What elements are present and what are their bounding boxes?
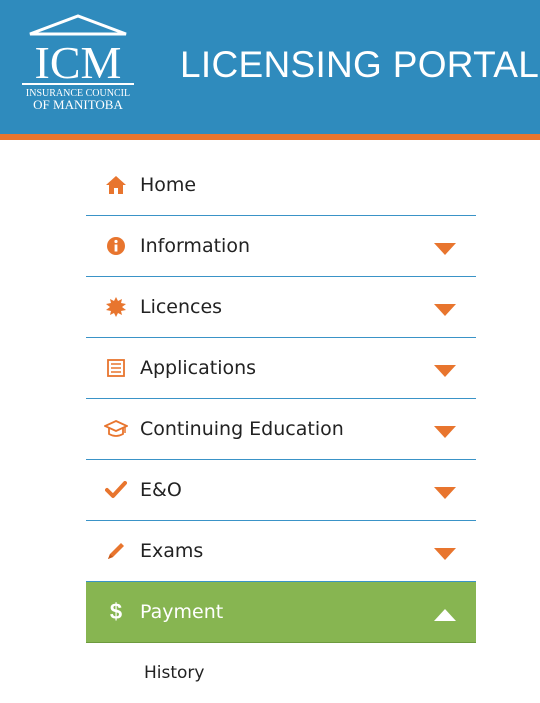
- chevron-down-icon: [434, 365, 456, 377]
- nav-item-label: Applications: [140, 357, 257, 379]
- seal-icon: [104, 295, 128, 319]
- chevron-down-icon: [434, 426, 456, 438]
- nav-item-payment[interactable]: $ Payment: [86, 582, 476, 643]
- nav-item-exams[interactable]: Exams: [86, 521, 476, 582]
- nav-item-label: E&O: [140, 479, 182, 501]
- nav-item-applications[interactable]: Applications: [86, 338, 476, 399]
- chevron-down-icon: [434, 243, 456, 255]
- logo-main-text: ICM: [35, 37, 122, 88]
- pencil-icon: [104, 539, 128, 563]
- nav-item-label: Payment: [140, 601, 224, 623]
- chevron-down-icon: [434, 548, 456, 560]
- nav-item-label: Licences: [140, 296, 223, 318]
- graduation-cap-icon: [104, 417, 128, 441]
- info-icon: [104, 234, 128, 258]
- nav-item-continuing-education[interactable]: Continuing Education: [86, 399, 476, 460]
- nav-item-licences[interactable]: Licences: [86, 277, 476, 338]
- portal-title: LICENSING PORTAL: [180, 44, 540, 85]
- sidebar-nav: Home Information Licences Applications C…: [86, 155, 476, 703]
- nav-item-information[interactable]: Information: [86, 216, 476, 277]
- home-icon: [104, 173, 128, 197]
- nav-item-label: Exams: [140, 540, 204, 562]
- nav-item-label: Information: [140, 235, 250, 257]
- sub-item-label: History: [144, 663, 205, 683]
- dollar-icon: $: [109, 599, 123, 624]
- chevron-down-icon: [434, 304, 456, 316]
- nav-item-e-and-o[interactable]: E&O: [86, 460, 476, 521]
- nav-item-label: Continuing Education: [140, 418, 344, 440]
- nav-item-home[interactable]: Home: [86, 155, 476, 216]
- icm-logo[interactable]: ICM INSURANCE COUNCIL OF MANITOBA: [16, 12, 140, 120]
- sub-item-history[interactable]: History: [86, 643, 476, 703]
- nav-item-label: Home: [140, 174, 197, 196]
- logo-line2: OF MANITOBA: [33, 97, 123, 112]
- chevron-down-icon: [434, 487, 456, 499]
- header: ICM INSURANCE COUNCIL OF MANITOBA LICENS…: [0, 0, 540, 140]
- chevron-up-icon: [434, 609, 456, 621]
- form-icon: [104, 356, 128, 380]
- checkmark-icon: [104, 478, 128, 502]
